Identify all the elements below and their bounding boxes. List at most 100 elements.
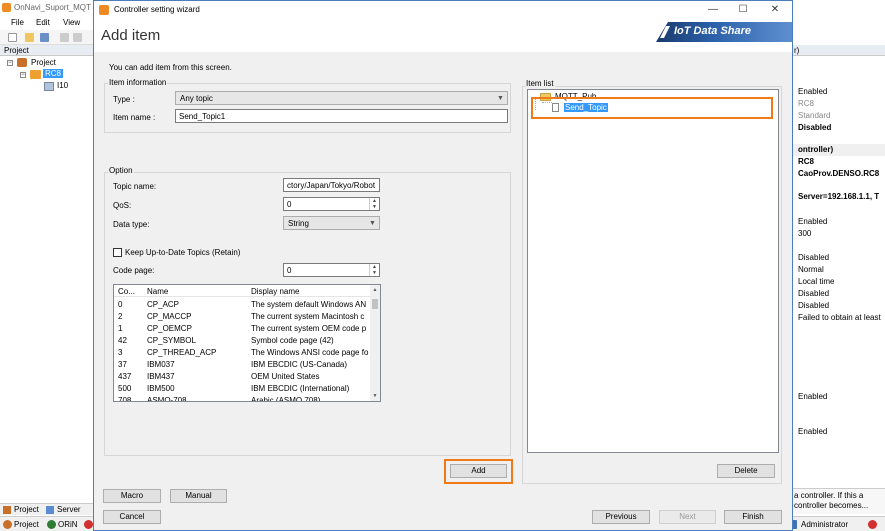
column-display-name[interactable]: Display name: [251, 287, 299, 296]
qos-spinner[interactable]: 0 ▲ ▼: [283, 197, 380, 211]
paste-icon[interactable]: [73, 33, 82, 42]
property-value: Disabled: [798, 123, 832, 132]
property-row[interactable]: Normal: [792, 264, 885, 276]
property-row[interactable]: Disabled: [792, 288, 885, 300]
item-name-input[interactable]: Send_Topic1: [175, 109, 508, 123]
column-name[interactable]: Name: [147, 287, 168, 296]
delete-button[interactable]: Delete: [717, 464, 775, 478]
new-file-icon[interactable]: [8, 33, 17, 42]
tab-project[interactable]: Project: [14, 505, 39, 514]
property-value: 300: [798, 229, 812, 238]
minimize-icon[interactable]: —: [706, 4, 720, 16]
code-page-row[interactable]: 0 CP_ACP The system default Windows AN: [114, 298, 372, 310]
menu-file[interactable]: File: [11, 18, 24, 27]
code-cell: 708: [118, 396, 132, 402]
type-select[interactable]: Any topic ▼: [175, 91, 508, 105]
property-row[interactable]: ontroller): [792, 144, 885, 156]
save-icon[interactable]: [40, 33, 49, 42]
scroll-up-icon[interactable]: ▲: [370, 285, 380, 295]
finish-button[interactable]: Finish: [724, 510, 782, 524]
code-page-row[interactable]: 437 IBM437 OEM United States: [114, 370, 372, 382]
property-row[interactable]: Disabled: [792, 300, 885, 312]
column-code[interactable]: Co...: [118, 287, 135, 296]
page-title: Add item: [101, 27, 161, 44]
maximize-icon[interactable]: ☐: [736, 4, 750, 16]
app-titlebar: OnNavi_Suport_MQT: [0, 0, 100, 16]
property-value: Failed to obtain at least: [798, 313, 881, 322]
display-name-cell: Symbol code page (42): [251, 336, 334, 345]
property-row[interactable]: Failed to obtain at least: [792, 312, 885, 324]
code-page-spin-buttons[interactable]: ▲ ▼: [369, 264, 379, 276]
name-cell: CP_ACP: [147, 300, 180, 309]
collapse-icon[interactable]: −: [20, 72, 26, 78]
property-row[interactable]: Enabled: [792, 391, 885, 403]
copy-icon[interactable]: [60, 33, 69, 42]
property-row[interactable]: Enabled: [792, 216, 885, 228]
orin-status-icon: [47, 520, 56, 529]
display-name-cell: IBM EBCDIC (International): [251, 384, 350, 393]
properties-panel: r) Enabled RC8 Standard Disabled ontroller) R…: [792, 45, 885, 515]
tree-item-project[interactable]: Project: [31, 58, 56, 67]
code-page-row[interactable]: 42 CP_SYMBOL Symbol code page (42): [114, 334, 372, 346]
item-tree[interactable]: MQTT_Pub Send_Topic: [527, 89, 779, 453]
iot-logo-icon: [660, 26, 670, 38]
property-row[interactable]: Local time: [792, 276, 885, 288]
collapse-icon[interactable]: −: [7, 60, 13, 66]
property-row[interactable]: Server=192.168.1.1, T: [792, 191, 885, 203]
item-name-value: Send_Topic1: [179, 112, 226, 121]
property-value: Server=192.168.1.1, T: [798, 192, 880, 201]
tree-item-i10[interactable]: I10: [57, 81, 68, 90]
previous-button[interactable]: Previous: [592, 510, 650, 524]
spin-down-icon[interactable]: ▼: [370, 204, 379, 210]
cancel-button[interactable]: Cancel: [103, 510, 161, 524]
tree-item-rc8[interactable]: RC8: [43, 69, 64, 78]
status-user: Administrator: [801, 520, 849, 529]
property-row[interactable]: RC8: [792, 98, 885, 110]
code-page-row[interactable]: 708 ASMO-708 Arabic (ASMO 708): [114, 394, 372, 402]
code-page-row[interactable]: 2 CP_MACCP The current system Macintosh c: [114, 310, 372, 322]
tab-server[interactable]: Server: [57, 505, 81, 514]
server-tab-icon: [46, 506, 54, 514]
retain-label: Keep Up-to-Date Topics (Retain): [125, 248, 241, 257]
name-cell: IBM037: [147, 360, 175, 369]
display-name-cell: IBM EBCDIC (US-Canada): [251, 360, 348, 369]
qos-label: QoS:: [113, 201, 132, 210]
manual-button[interactable]: Manual: [170, 489, 227, 503]
code-page-row[interactable]: 500 IBM500 IBM EBCDIC (International): [114, 382, 372, 394]
project-panel-title: Project: [4, 46, 29, 55]
scroll-thumb[interactable]: [372, 299, 378, 309]
project-panel-header: Project: [0, 45, 100, 56]
menu-edit[interactable]: Edit: [36, 18, 50, 27]
code-page-row[interactable]: 37 IBM037 IBM EBCDIC (US-Canada): [114, 358, 372, 370]
add-button-highlight: [444, 459, 513, 484]
close-icon[interactable]: ✕: [768, 4, 782, 16]
property-value: RC8: [798, 99, 815, 108]
code-page-row[interactable]: 3 CP_THREAD_ACP The Windows ANSI code page…: [114, 346, 372, 358]
property-value: CaoProv.DENSO.RC8: [798, 169, 880, 178]
code-page-list[interactable]: Co... Name Display name 0 CP_ACP The syste…: [113, 284, 381, 402]
chevron-down-icon: ▼: [497, 95, 504, 102]
property-row[interactable]: Disabled: [792, 122, 885, 134]
property-row[interactable]: Enabled: [792, 426, 885, 438]
spin-down-icon[interactable]: ▼: [370, 270, 379, 276]
property-row[interactable]: RC8: [792, 156, 885, 168]
qos-spin-buttons[interactable]: ▲ ▼: [369, 198, 379, 210]
code-page-row[interactable]: 1 CP_OEMCP The current system OEM code p: [114, 322, 372, 334]
property-row[interactable]: 300: [792, 228, 885, 240]
name-cell: CP_THREAD_ACP: [147, 348, 217, 357]
code-page-spinner[interactable]: 0 ▲ ▼: [283, 263, 380, 277]
scroll-down-icon[interactable]: ▼: [370, 391, 380, 401]
open-folder-icon[interactable]: [25, 33, 34, 42]
property-row[interactable]: Standard: [792, 110, 885, 122]
toolbar: [0, 30, 100, 45]
property-row[interactable]: CaoProv.DENSO.RC8: [792, 168, 885, 180]
property-row[interactable]: Enabled: [792, 86, 885, 98]
macro-button[interactable]: Macro: [103, 489, 161, 503]
retain-checkbox[interactable]: [113, 248, 122, 257]
data-type-select[interactable]: String ▼: [283, 216, 380, 230]
next-button[interactable]: Next: [659, 510, 716, 524]
property-row[interactable]: Disabled: [792, 252, 885, 264]
code-page-list-scrollbar[interactable]: ▲ ▼: [370, 285, 380, 401]
topic-name-input[interactable]: ctory/Japan/Tokyo/Robot: [283, 178, 380, 192]
menu-view[interactable]: View: [63, 18, 80, 27]
